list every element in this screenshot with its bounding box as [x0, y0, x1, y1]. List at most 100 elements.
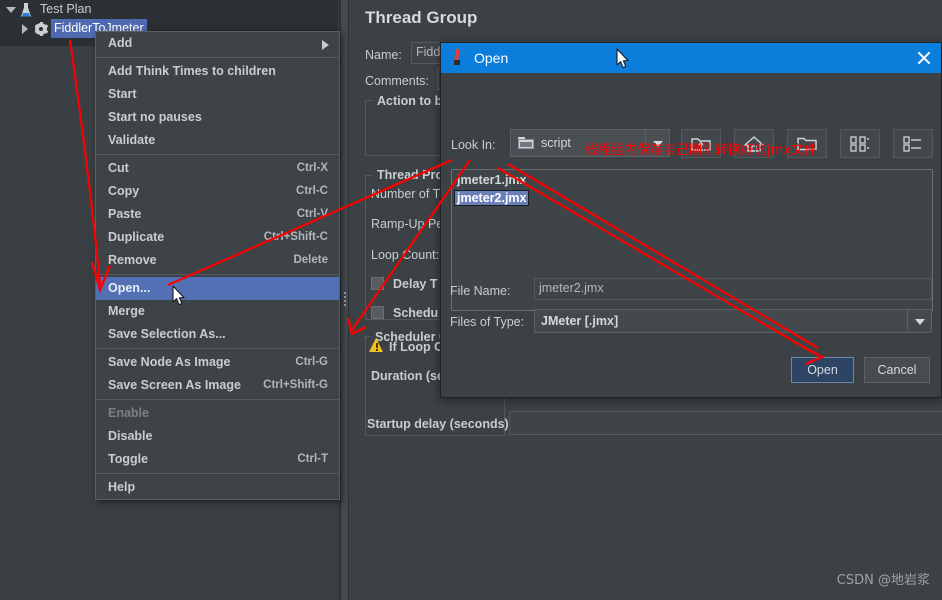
jmeter-feather-icon	[450, 49, 466, 67]
tree-node-label: Test Plan	[40, 2, 92, 16]
loop-count-label: Loop Count:	[371, 248, 440, 262]
chevron-right-icon	[322, 40, 329, 50]
menu-separator	[96, 274, 339, 275]
ramp-up-label: Ramp-Up Pe	[371, 217, 444, 231]
expand-toggle-icon[interactable]	[4, 3, 17, 16]
open-button[interactable]: Open	[791, 357, 854, 383]
comments-label: Comments:	[365, 74, 429, 88]
close-icon[interactable]	[913, 47, 935, 69]
cancel-button[interactable]: Cancel	[864, 357, 930, 383]
app-window: Test Plan FiddlerToJmeter Thread Group N…	[0, 0, 942, 600]
startup-delay-field[interactable]	[509, 411, 942, 435]
dialog-titlebar[interactable]: Open	[441, 43, 941, 73]
menu-separator	[96, 348, 339, 349]
gear-icon	[31, 21, 48, 37]
menu-item-disable[interactable]: Disable	[96, 425, 339, 448]
splitter-grip-icon	[344, 292, 346, 308]
menu-item-label: Add	[108, 36, 133, 50]
grid-view-icon[interactable]	[840, 129, 880, 158]
menu-item-add[interactable]: Add	[96, 32, 339, 55]
name-label: Name:	[365, 48, 402, 62]
menu-separator	[96, 57, 339, 58]
menu-item-shortcut: Ctrl-T	[297, 453, 328, 465]
page-title: Thread Group	[365, 8, 478, 27]
menu-item-shortcut: Ctrl-V	[296, 208, 328, 220]
menu-item-validate[interactable]: Validate	[96, 129, 339, 152]
expand-toggle-icon[interactable]	[18, 22, 31, 35]
dialog-title: Open	[474, 50, 509, 66]
number-of-threads-label: Number of T	[371, 187, 441, 201]
thread-properties-group-title: Thread Pro	[373, 168, 447, 182]
menu-item-shortcut: Ctrl+Shift-C	[263, 231, 328, 243]
menu-item-remove[interactable]: Remove Delete	[96, 249, 339, 272]
menu-item-shortcut: Delete	[293, 254, 328, 266]
menu-item-label: Cut	[108, 161, 129, 175]
menu-item-shortcut: Ctrl-G	[295, 356, 328, 368]
delay-thread-checkbox[interactable]	[371, 277, 384, 290]
scheduler-label: Schedu	[393, 306, 439, 320]
files-of-type-value: JMeter [.jmx]	[541, 314, 619, 328]
menu-item-merge[interactable]: Merge	[96, 300, 339, 323]
delay-thread-label: Delay T	[393, 277, 438, 291]
duration-label: Duration (se	[371, 369, 444, 383]
watermark-text: CSDN @地岩浆	[836, 573, 930, 588]
file-name-label: File Name:	[450, 284, 511, 298]
warning-icon	[369, 338, 384, 352]
menu-item-label: Merge	[108, 304, 145, 318]
look-in-value: script	[541, 136, 571, 150]
menu-item-label: Start no pauses	[108, 110, 202, 124]
menu-separator	[96, 399, 339, 400]
menu-item-toggle[interactable]: Toggle Ctrl-T	[96, 448, 339, 471]
menu-item-copy[interactable]: Copy Ctrl-C	[96, 180, 339, 203]
menu-item-label: Validate	[108, 133, 156, 147]
menu-item-label: Save Screen As Image	[108, 378, 241, 392]
file-name-input-value: jmeter2.jmx	[539, 281, 604, 295]
menu-item-cut[interactable]: Cut Ctrl-X	[96, 157, 339, 180]
menu-item-label: Start	[108, 87, 137, 101]
open-file-dialog: Open Look In: script jmeter1.jmx jmeter2…	[440, 42, 942, 398]
menu-item-label: Remove	[108, 253, 157, 267]
menu-separator	[96, 473, 339, 474]
tree-node-test-plan[interactable]: Test Plan	[0, 0, 338, 19]
menu-item-save-node-as-image[interactable]: Save Node As Image Ctrl-G	[96, 351, 339, 374]
menu-item-label: Paste	[108, 207, 142, 221]
menu-item-add-think-times-to-children[interactable]: Add Think Times to children	[96, 60, 339, 83]
menu-item-label: Add Think Times to children	[108, 64, 276, 78]
menu-item-label: Toggle	[108, 452, 149, 466]
files-of-type-dropdown[interactable]: JMeter [.jmx]	[534, 309, 932, 333]
menu-item-start-no-pauses[interactable]: Start no pauses	[96, 106, 339, 129]
panel-splitter[interactable]	[340, 0, 349, 600]
menu-item-open[interactable]: Open...	[96, 277, 339, 300]
scheduler-checkbox[interactable]	[371, 306, 384, 319]
menu-item-shortcut: Ctrl-X	[296, 162, 328, 174]
menu-item-start[interactable]: Start	[96, 83, 339, 106]
menu-item-save-screen-as-image[interactable]: Save Screen As Image Ctrl+Shift-G	[96, 374, 339, 397]
menu-separator	[96, 154, 339, 155]
file-name-label: jmeter1.jmx	[457, 173, 527, 187]
startup-delay-label: Startup delay (seconds)	[367, 417, 509, 431]
menu-item-duplicate[interactable]: Duplicate Ctrl+Shift-C	[96, 226, 339, 249]
menu-item-label: Duplicate	[108, 230, 165, 244]
file-name-label: jmeter2.jmx	[454, 190, 530, 206]
menu-item-shortcut: Ctrl-C	[296, 185, 328, 197]
chevron-down-icon[interactable]	[907, 310, 931, 332]
menu-item-label: Save Selection As...	[108, 327, 226, 341]
menu-item-label: Disable	[108, 429, 153, 443]
folder-icon	[518, 137, 534, 149]
menu-item-label: Open...	[108, 281, 151, 295]
files-of-type-label: Files of Type:	[450, 315, 525, 329]
list-item[interactable]: jmeter1.jmx	[452, 170, 932, 188]
flask-icon	[17, 2, 34, 18]
menu-item-enable: Enable	[96, 402, 339, 425]
look-in-label: Look In:	[451, 138, 496, 152]
menu-item-label: Copy	[108, 184, 140, 198]
tree-context-menu: Add Add Think Times to children Start Start…	[95, 31, 340, 500]
list-item[interactable]: jmeter2.jmx	[452, 188, 932, 206]
if-loop-label: If Loop C	[389, 340, 444, 354]
list-view-icon[interactable]	[893, 129, 933, 158]
menu-item-paste[interactable]: Paste Ctrl-V	[96, 203, 339, 226]
menu-item-save-selection-as[interactable]: Save Selection As...	[96, 323, 339, 346]
menu-item-help[interactable]: Help	[96, 476, 339, 499]
menu-item-label: Enable	[108, 406, 149, 420]
file-name-input[interactable]: jmeter2.jmx	[534, 278, 932, 300]
